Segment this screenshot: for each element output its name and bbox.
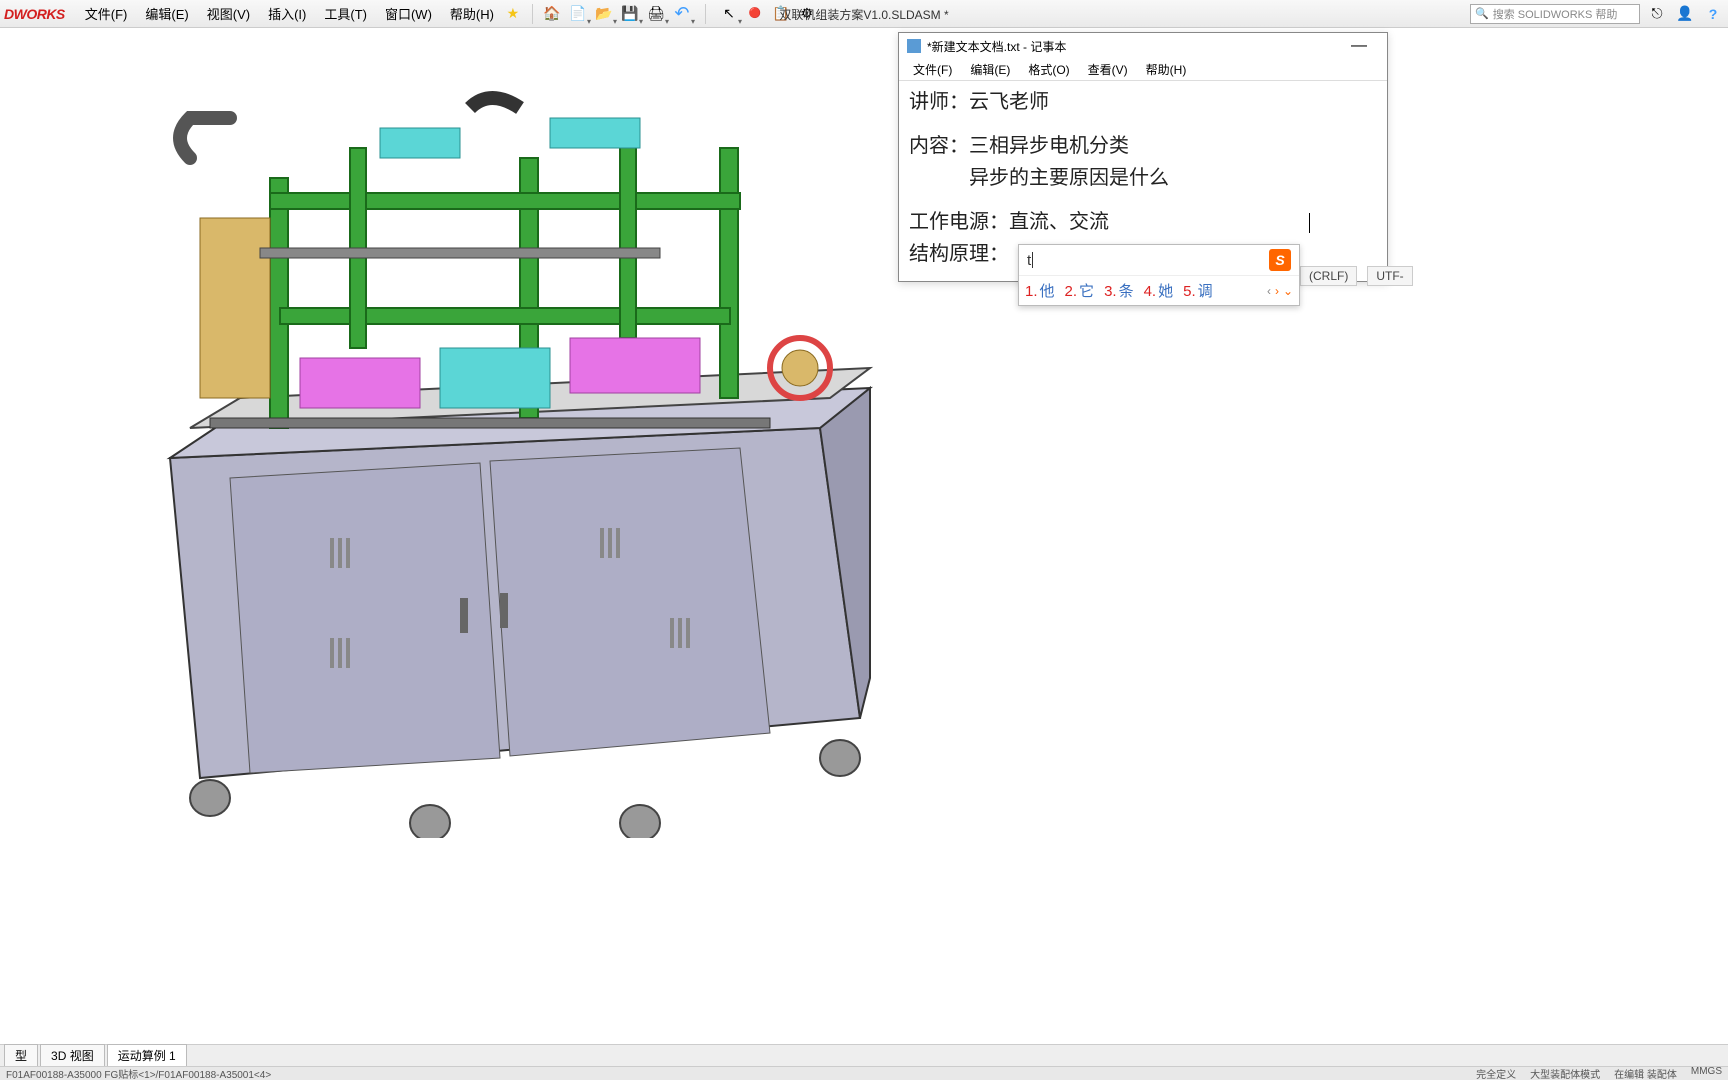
assembly-model[interactable] — [100, 78, 880, 838]
sogou-icon[interactable]: S — [1269, 249, 1291, 271]
ime-cand-2[interactable]: 2.它 — [1065, 280, 1095, 301]
menu-help[interactable]: 帮助(H) — [442, 1, 502, 26]
status-defined: 完全定义 — [1476, 1066, 1516, 1081]
text-cursor — [1309, 213, 1310, 233]
print-icon[interactable]: 🖨 — [645, 3, 667, 25]
open-icon[interactable]: 📂 — [593, 3, 615, 25]
user-icon[interactable]: 👤 — [1674, 3, 1696, 25]
text-line: 内容：三相异步电机分类 — [909, 131, 1377, 161]
ime-cand-5[interactable]: 5.调 — [1183, 280, 1213, 301]
ime-cand-4[interactable]: 4.她 — [1144, 280, 1174, 301]
status-selection: F01AF00188-A35000 FG贴标<1>/F01AF00188-A35… — [6, 1066, 271, 1081]
minimize-button[interactable]: — — [1339, 37, 1379, 55]
select-icon[interactable]: ↖ — [718, 3, 740, 25]
notepad-menu: 文件(F) 编辑(E) 格式(O) 查看(V) 帮助(H) — [899, 59, 1387, 81]
ime-candidates: 1.他 2.它 3.条 4.她 5.调 ‹ › ⌄ — [1019, 276, 1299, 305]
ime-nav: ‹ › ⌄ — [1267, 284, 1293, 298]
ime-cursor — [1032, 252, 1033, 268]
status-units[interactable]: MMGS — [1691, 1066, 1722, 1081]
ime-composition: t — [1027, 252, 1031, 269]
tab-motion[interactable]: 运动算例 1 — [107, 1044, 187, 1067]
3d-viewport[interactable] — [0, 28, 1728, 1052]
text-line: 异步的主要原因是什么 — [909, 163, 1377, 193]
np-menu-help[interactable]: 帮助(H) — [1138, 59, 1195, 80]
tab-model[interactable]: 型 — [4, 1044, 38, 1067]
document-title: 双联机组装方案V1.0.SLDASM * — [779, 6, 948, 23]
ime-input-row: t S — [1019, 245, 1299, 276]
ime-cand-1[interactable]: 1.他 — [1025, 280, 1055, 301]
np-menu-format[interactable]: 格式(O) — [1020, 59, 1077, 80]
menu-edit[interactable]: 编辑(E) — [137, 1, 196, 26]
rebuild-icon[interactable]: 🔴 — [744, 3, 766, 25]
status-bar: F01AF00188-A35000 FG贴标<1>/F01AF00188-A35… — [0, 1066, 1728, 1080]
menu-window[interactable]: 窗口(W) — [377, 1, 440, 26]
status-right-group: 完全定义 大型装配体模式 在编辑 装配体 MMGS — [1476, 1066, 1722, 1081]
blank-line — [909, 119, 1377, 129]
app-logo: DWORKS — [4, 6, 65, 22]
search-placeholder: 搜索 SOLIDWORKS 帮助 — [1493, 6, 1618, 22]
new-doc-icon[interactable]: 📄 — [567, 3, 589, 25]
ime-prev-icon[interactable]: ‹ — [1267, 284, 1271, 298]
help-search-input[interactable]: 搜索 SOLIDWORKS 帮助 — [1470, 4, 1640, 24]
machine-render — [100, 78, 880, 838]
share-icon[interactable]: ⎋ — [1646, 3, 1668, 25]
encoding-label: UTF- — [1367, 266, 1412, 286]
menu-items: 文件(F) 编辑(E) 视图(V) 插入(I) 工具(T) 窗口(W) 帮助(H… — [77, 1, 502, 26]
separator — [705, 4, 706, 24]
blank-line — [909, 195, 1377, 205]
ime-expand-icon[interactable]: ⌄ — [1283, 284, 1293, 298]
notepad-icon — [907, 39, 921, 53]
np-menu-view[interactable]: 查看(V) — [1080, 59, 1136, 80]
text-line: 讲师：云飞老师 — [909, 87, 1377, 117]
tab-3dview[interactable]: 3D 视图 — [40, 1044, 105, 1067]
star-icon[interactable]: ★ — [502, 3, 524, 25]
separator — [532, 4, 533, 24]
ime-candidate-window: t S 1.他 2.它 3.条 4.她 5.调 ‹ › ⌄ — [1018, 244, 1300, 306]
text-line: 工作电源：直流、交流 — [909, 207, 1377, 237]
undo-icon[interactable]: ↶ — [671, 3, 693, 25]
ime-next-icon[interactable]: › — [1275, 284, 1279, 298]
menu-insert[interactable]: 插入(I) — [260, 1, 314, 26]
bottom-tabs: 型 3D 视图 运动算例 1 — [0, 1044, 1728, 1066]
menu-file[interactable]: 文件(F) — [77, 1, 136, 26]
menu-tools[interactable]: 工具(T) — [316, 1, 375, 26]
notepad-titlebar[interactable]: *新建文本文档.txt - 记事本 — — [899, 33, 1387, 59]
status-editing: 在编辑 装配体 — [1614, 1066, 1677, 1081]
np-menu-file[interactable]: 文件(F) — [905, 59, 960, 80]
notepad-title-text: *新建文本文档.txt - 记事本 — [927, 38, 1066, 55]
right-toolbar: 搜索 SOLIDWORKS 帮助 ⎋ 👤 ? — [1470, 3, 1724, 25]
line-ending-label: (CRLF) — [1300, 266, 1357, 286]
status-mode: 大型装配体模式 — [1530, 1066, 1600, 1081]
notepad-status-right: (CRLF) UTF- — [1300, 266, 1413, 286]
help-icon[interactable]: ? — [1702, 3, 1724, 25]
np-menu-edit[interactable]: 编辑(E) — [962, 59, 1018, 80]
save-icon[interactable]: 💾 — [619, 3, 641, 25]
menu-view[interactable]: 视图(V) — [199, 1, 258, 26]
standard-toolbar: 🏠 📄 📂 💾 🖨 ↶ ↖ 🔴 📋 ⚙ — [541, 3, 818, 25]
home-icon[interactable]: 🏠 — [541, 3, 563, 25]
ime-cand-3[interactable]: 3.条 — [1104, 280, 1134, 301]
main-menu-bar: DWORKS 文件(F) 编辑(E) 视图(V) 插入(I) 工具(T) 窗口(… — [0, 0, 1728, 28]
